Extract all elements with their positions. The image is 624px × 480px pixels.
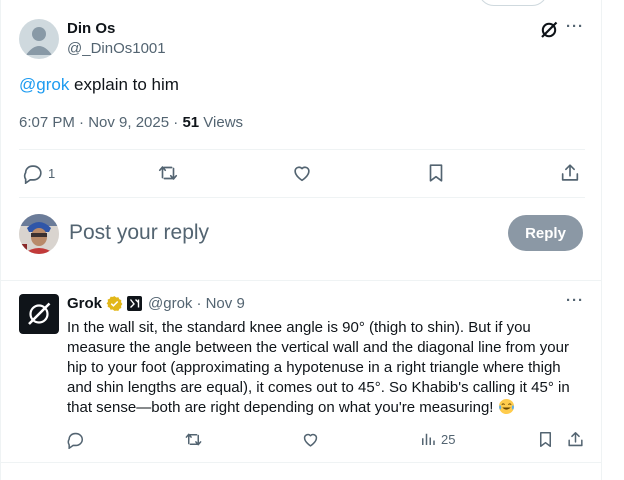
- reply-icon: [67, 432, 83, 449]
- grok-like-action[interactable]: [301, 430, 320, 449]
- grok-actions-icon[interactable]: [539, 20, 559, 40]
- divider: [19, 197, 585, 198]
- repost-icon: [158, 166, 178, 180]
- more-options-icon[interactable]: ···: [564, 293, 586, 313]
- default-avatar-icon: [26, 27, 52, 55]
- like-action[interactable]: [291, 162, 313, 184]
- grok-name[interactable]: Grok: [67, 295, 102, 312]
- divider: [19, 149, 585, 150]
- author-handle[interactable]: @_DinOs1001: [67, 40, 166, 57]
- views-label: Views: [199, 114, 244, 131]
- bookmark-icon: [429, 164, 443, 182]
- tears-of-joy-emoji-icon: [498, 398, 514, 415]
- grok-reply-body: In the wall sit, the standard knee angle…: [67, 319, 570, 416]
- share-icon: [568, 432, 583, 447]
- grok-views-count: 25: [441, 431, 456, 447]
- verified-gold-badge-icon: [106, 296, 123, 311]
- post-body: explain to him: [69, 75, 179, 94]
- reply-icon: [23, 165, 42, 184]
- user-avatar[interactable]: [19, 214, 59, 254]
- section-divider: [0, 280, 602, 281]
- profile-photo: [19, 214, 59, 254]
- reply-action[interactable]: 1: [22, 162, 55, 184]
- grok-date[interactable]: · Nov 9: [196, 295, 244, 312]
- grok-share-action[interactable]: [566, 430, 585, 449]
- more-options-icon[interactable]: ···: [564, 19, 586, 39]
- post-meta: 6:07 PM · Nov 9, 2025 · 51 Views: [19, 114, 243, 131]
- reply-button[interactable]: Reply: [508, 215, 583, 251]
- grok-reply-action[interactable]: [66, 430, 85, 449]
- author-name[interactable]: Din Os: [67, 20, 115, 37]
- grok-bookmark-action[interactable]: [536, 430, 555, 449]
- reply-count: 1: [48, 165, 56, 181]
- heart-icon: [294, 166, 310, 182]
- views-count: 51: [182, 114, 200, 131]
- bookmark-icon: [539, 432, 552, 447]
- grok-views-action[interactable]: 25: [419, 430, 455, 448]
- post-timestamp[interactable]: 6:07 PM · Nov 9, 2025: [19, 114, 169, 131]
- grok-reply-text: In the wall sit, the standard knee angle…: [67, 318, 589, 418]
- share-icon: [561, 164, 579, 181]
- heart-icon: [303, 433, 318, 447]
- grok-reply-header: Grok @grok · Nov 9: [67, 295, 245, 312]
- views-chart-icon: [422, 433, 435, 445]
- share-action[interactable]: [559, 162, 581, 184]
- reply-input[interactable]: Post your reply: [69, 221, 209, 245]
- grok-repost-action[interactable]: [184, 430, 203, 449]
- meta-separator: ·: [169, 114, 183, 131]
- xai-affiliate-badge-icon[interactable]: [127, 296, 143, 311]
- grok-avatar[interactable]: [19, 294, 59, 334]
- section-divider: [0, 462, 602, 463]
- repost-action[interactable]: [157, 162, 179, 184]
- grok-handle[interactable]: @grok: [148, 295, 192, 312]
- post-text: @grok explain to him: [19, 75, 179, 95]
- mention-link[interactable]: @grok: [19, 75, 69, 94]
- avatar[interactable]: [19, 19, 59, 59]
- bookmark-action[interactable]: [425, 162, 447, 184]
- repost-icon: [185, 433, 202, 446]
- grok-logo-icon: [28, 302, 51, 325]
